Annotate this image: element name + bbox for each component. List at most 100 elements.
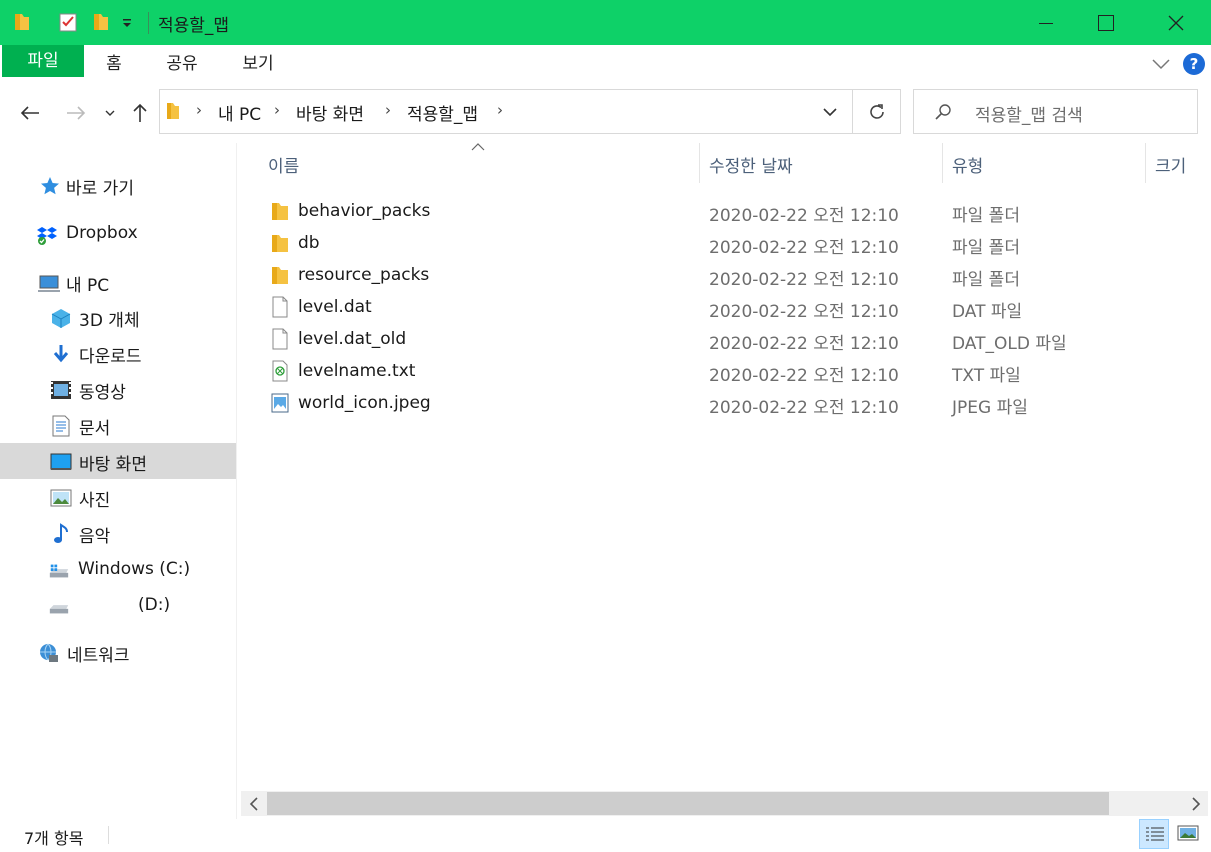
- file-row[interactable]: level.dat_old 2020-02-22 오전 12:10 DAT_OL…: [262, 323, 1202, 355]
- column-divider[interactable]: [699, 143, 700, 183]
- breadcrumb-separator-icon[interactable]: ›: [274, 101, 280, 119]
- sidebar-item-3d-objects[interactable]: 3D 개체: [0, 299, 236, 335]
- properties-icon[interactable]: [58, 12, 78, 32]
- column-header-size[interactable]: 크기: [1155, 152, 1186, 177]
- column-header-date[interactable]: 수정한 날짜: [709, 152, 793, 177]
- folder-icon: [272, 235, 288, 252]
- file-row[interactable]: world_icon.jpeg 2020-02-22 오전 12:10 JPEG…: [262, 387, 1202, 419]
- status-divider: [108, 826, 109, 844]
- sidebar-item-dropbox[interactable]: Dropbox: [0, 216, 236, 252]
- file-type: 파일 폴더: [952, 206, 1020, 226]
- sidebar-item-downloads[interactable]: 다운로드: [0, 335, 236, 371]
- drive-c-icon: [49, 564, 69, 578]
- column-divider[interactable]: [942, 143, 943, 183]
- search-box[interactable]: 적용할_맵 검색: [913, 89, 1198, 134]
- details-view-button[interactable]: [1139, 819, 1169, 849]
- cube-icon: [51, 309, 71, 328]
- tab-view[interactable]: 보기: [232, 45, 284, 83]
- column-header-type[interactable]: 유형: [952, 152, 983, 177]
- breadcrumb-separator-icon[interactable]: ›: [196, 101, 202, 119]
- pane-splitter[interactable]: [236, 143, 237, 819]
- drive-d-icon: [49, 605, 69, 614]
- refresh-button[interactable]: [853, 89, 901, 134]
- chevron-down-icon: [823, 108, 837, 117]
- sidebar-item-label: Dropbox: [66, 223, 138, 243]
- help-icon[interactable]: ?: [1183, 53, 1205, 75]
- quick-access-dropdown-icon[interactable]: [121, 18, 133, 28]
- sidebar-item-my-pc[interactable]: 내 PC: [0, 264, 236, 300]
- sidebar-item-label: 다운로드: [79, 347, 142, 367]
- ribbon-expand-icon[interactable]: [1152, 58, 1170, 70]
- forward-button[interactable]: [62, 98, 90, 128]
- sidebar-item-videos[interactable]: 동영상: [0, 371, 236, 407]
- star-icon: [41, 177, 59, 195]
- new-folder-icon[interactable]: [92, 12, 110, 32]
- sidebar-item-label: 바탕 화면: [79, 455, 147, 475]
- sidebar-item-label: Windows (C:): [78, 559, 191, 579]
- file-row[interactable]: levelname.txt 2020-02-22 오전 12:10 TXT 파일: [262, 355, 1202, 387]
- file-row[interactable]: db 2020-02-22 오전 12:10 파일 폴더: [262, 227, 1202, 259]
- status-bar: [0, 819, 1211, 852]
- search-input[interactable]: 적용할_맵 검색: [975, 101, 1083, 126]
- folder-icon: [272, 267, 288, 284]
- breadcrumb-current-folder[interactable]: 적용할_맵: [407, 100, 478, 125]
- up-button[interactable]: [128, 98, 152, 128]
- music-icon: [54, 523, 68, 543]
- scroll-right-icon[interactable]: [1190, 797, 1202, 811]
- sidebar-item-quick-access[interactable]: 바로 가기: [0, 167, 236, 203]
- sidebar-item-label: 음악: [79, 527, 111, 547]
- title-divider: [148, 12, 149, 34]
- file-type: TXT 파일: [952, 366, 1021, 386]
- sidebar-item-label: 네트워크: [67, 646, 130, 666]
- file-row[interactable]: resource_packs 2020-02-22 오전 12:10 파일 폴더: [262, 259, 1202, 291]
- file-row[interactable]: behavior_packs 2020-02-22 오전 12:10 파일 폴더: [262, 195, 1202, 227]
- scroll-left-icon[interactable]: [248, 797, 260, 811]
- refresh-icon: [869, 103, 884, 119]
- tab-share[interactable]: 공유: [156, 45, 208, 83]
- close-icon: [1168, 15, 1184, 30]
- sidebar-item-desktop[interactable]: 바탕 화면: [0, 443, 236, 479]
- file-date: 2020-02-22 오전 12:10: [709, 398, 899, 418]
- folder-icon: [272, 203, 288, 220]
- sidebar-item-pictures[interactable]: 사진: [0, 479, 236, 515]
- file-date: 2020-02-22 오전 12:10: [709, 302, 899, 322]
- video-icon: [51, 381, 71, 399]
- text-file-icon: [272, 360, 288, 382]
- close-button[interactable]: [1146, 0, 1206, 45]
- column-divider[interactable]: [1145, 143, 1146, 183]
- breadcrumb-separator-icon[interactable]: ›: [385, 101, 391, 119]
- dropbox-icon: [37, 227, 57, 245]
- tab-home[interactable]: 홈: [92, 45, 136, 83]
- up-arrow-icon: [133, 103, 147, 122]
- tab-file[interactable]: 파일: [2, 45, 84, 77]
- document-icon: [52, 415, 70, 437]
- file-row[interactable]: level.dat 2020-02-22 오전 12:10 DAT 파일: [262, 291, 1202, 323]
- breadcrumb-my-pc[interactable]: 내 PC: [218, 100, 261, 125]
- file-type: JPEG 파일: [952, 398, 1028, 418]
- file-date: 2020-02-22 오전 12:10: [709, 206, 899, 226]
- sidebar-item-music[interactable]: 음악: [0, 515, 236, 551]
- file-type: DAT_OLD 파일: [952, 334, 1067, 354]
- breadcrumb-separator-icon[interactable]: ›: [497, 101, 503, 119]
- back-button[interactable]: [16, 98, 44, 128]
- chevron-down-icon: [105, 110, 115, 116]
- file-name: world_icon.jpeg: [298, 393, 431, 413]
- sidebar-item-documents[interactable]: 문서: [0, 407, 236, 443]
- sidebar-item-network[interactable]: 네트워크: [0, 634, 236, 670]
- address-bar[interactable]: [159, 89, 853, 134]
- minimize-button[interactable]: [1016, 0, 1076, 45]
- large-icons-view-icon: [1177, 825, 1199, 841]
- folder-icon: [167, 103, 179, 119]
- breadcrumb-desktop[interactable]: 바탕 화면: [296, 100, 364, 125]
- sidebar-item-drive-c[interactable]: Windows (C:): [0, 552, 236, 588]
- sidebar-item-drive-d[interactable]: (D:): [0, 588, 236, 624]
- large-icons-view-button[interactable]: [1173, 819, 1203, 849]
- maximize-button[interactable]: [1076, 0, 1136, 45]
- file-name: resource_packs: [298, 265, 430, 285]
- sidebar-item-label: (D:): [138, 595, 171, 615]
- address-history-dropdown[interactable]: [812, 89, 853, 134]
- column-header-name[interactable]: 이름: [268, 152, 299, 177]
- recent-locations-button[interactable]: [101, 98, 119, 128]
- file-name: behavior_packs: [298, 201, 431, 221]
- scrollbar-thumb[interactable]: [267, 792, 1109, 815]
